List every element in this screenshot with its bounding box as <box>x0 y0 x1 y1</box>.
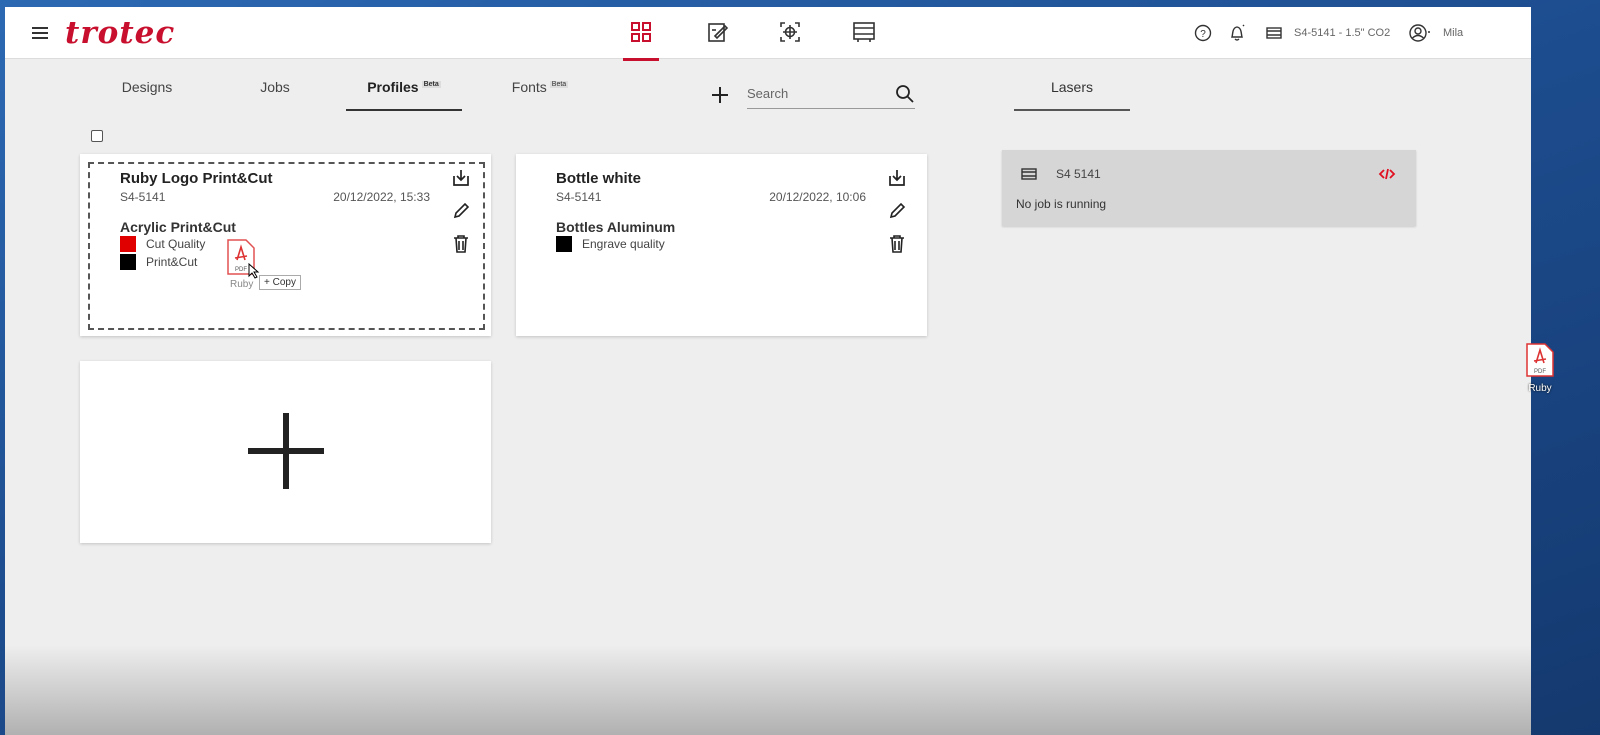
tab-designs[interactable]: Designs <box>105 79 189 111</box>
user-name: Mila <box>1443 27 1464 39</box>
menu-icon[interactable] <box>32 27 48 39</box>
process-color-swatch <box>556 236 572 252</box>
tab-designs-label: Designs <box>121 79 173 95</box>
profile-date: 20/12/2022, 15:33 <box>333 190 430 204</box>
help-icon[interactable]: ? <box>1194 21 1212 45</box>
svg-text:?: ? <box>1200 29 1206 40</box>
profile-material: Bottles Aluminum <box>556 219 676 235</box>
design-edit-nav-icon[interactable] <box>705 19 731 45</box>
profile-title: Bottle white <box>556 170 641 187</box>
delete-trash-icon[interactable] <box>886 233 908 255</box>
desktop-file-label: Ruby <box>1528 383 1552 394</box>
process-color-swatch <box>120 254 136 270</box>
add-icon[interactable] <box>710 85 730 110</box>
laser-device-name: S4 5141 <box>1056 167 1101 181</box>
beta-badge: Beta <box>421 81 441 89</box>
search-field <box>747 82 915 109</box>
laser-device-panel[interactable]: S4 5141 No job is running <box>1002 150 1416 226</box>
svg-text:PDF: PDF <box>235 267 247 273</box>
process-label: Engrave quality <box>582 237 665 251</box>
pdf-file-icon: PDF <box>1526 343 1554 377</box>
profile-device: S4-5141 <box>556 190 602 204</box>
dashboard-nav-icon[interactable] <box>623 19 659 61</box>
disconnected-icon[interactable] <box>1378 167 1396 186</box>
profile-material: Acrylic Print&Cut <box>120 219 236 235</box>
search-input[interactable] <box>747 86 887 101</box>
tab-jobs-label: Jobs <box>260 79 290 95</box>
top-bar: trotec ? S4-5141 - 1.5" CO2 Mila <box>5 7 1531 61</box>
user-icon[interactable] <box>1408 21 1432 45</box>
tab-lasers[interactable]: Lasers <box>1014 79 1130 111</box>
profile-title: Ruby Logo Print&Cut <box>120 170 273 187</box>
tab-jobs[interactable]: Jobs <box>235 79 315 111</box>
laser-status-text: S4-5141 - 1.5" CO2 <box>1294 27 1391 39</box>
trotec-logo: trotec <box>65 15 176 51</box>
download-icon[interactable] <box>886 167 908 189</box>
delete-trash-icon[interactable] <box>450 233 472 255</box>
position-nav-icon[interactable] <box>777 19 803 45</box>
process-label: Print&Cut <box>146 255 198 269</box>
laser-job-status: No job is running <box>1016 197 1107 211</box>
edit-pencil-icon[interactable] <box>886 200 908 222</box>
profile-date: 20/12/2022, 10:06 <box>769 190 866 204</box>
add-profile-card[interactable] <box>80 361 491 543</box>
profile-card[interactable]: Bottle white S4-5141 20/12/2022, 10:06 B… <box>516 154 927 336</box>
copy-badge: + Copy <box>259 275 301 290</box>
process-label: Cut Quality <box>146 237 206 251</box>
dragged-pdf-file: PDF <box>226 238 306 300</box>
tab-profiles[interactable]: Profiles Beta <box>346 79 462 111</box>
laser-device-icon <box>1020 167 1038 186</box>
tab-fonts-label: Fonts <box>511 79 547 95</box>
edit-pencil-icon[interactable] <box>450 200 472 222</box>
laser-status-icon[interactable] <box>1265 21 1283 45</box>
laser-nav-icon[interactable] <box>851 19 877 45</box>
app-window: trotec ? S4-5141 - 1.5" CO2 Mila Designs… <box>5 7 1531 735</box>
bell-icon[interactable] <box>1227 21 1247 45</box>
beta-badge: Beta <box>549 81 569 89</box>
desktop-pdf-file[interactable]: PDF Ruby <box>1522 342 1558 394</box>
select-all-checkbox[interactable] <box>91 130 103 142</box>
process-color-swatch <box>120 236 136 252</box>
dragged-file-label: Ruby <box>230 279 254 290</box>
download-icon[interactable] <box>450 167 472 189</box>
search-icon[interactable] <box>895 84 915 109</box>
svg-text:PDF: PDF <box>1534 369 1546 375</box>
tab-profiles-label: Profiles <box>367 79 419 95</box>
tab-fonts[interactable]: Fonts Beta <box>495 79 585 111</box>
profile-device: S4-5141 <box>120 190 166 204</box>
add-profile-plus-icon <box>248 413 324 489</box>
tab-lasers-label: Lasers <box>1050 79 1094 95</box>
